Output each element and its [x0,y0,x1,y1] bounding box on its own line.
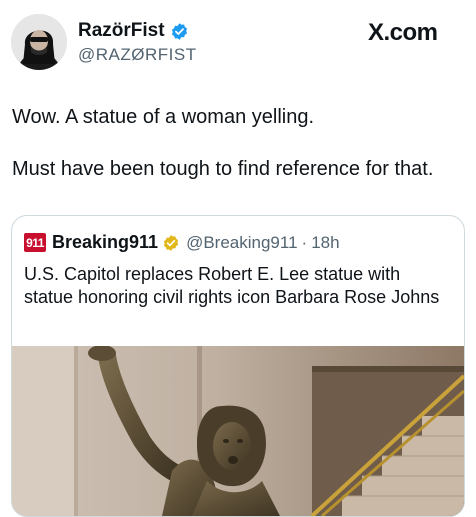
avatar-image [11,14,67,70]
avatar[interactable] [11,14,67,70]
quoted-tweet-card[interactable]: 911 Breaking911 @Breaking911 · 18h U.S. … [11,215,465,517]
blue-check-icon [171,22,187,40]
tweet-body: Wow. A statue of a woman yelling. Must h… [12,104,468,182]
breaking911-logo: 911 [24,233,46,252]
quoted-display-name[interactable]: Breaking911 [52,232,158,253]
quoted-timestamp[interactable]: 18h [311,233,339,253]
tweet-text-line-1: Wow. A statue of a woman yelling. [12,106,315,128]
author-display-name[interactable]: RazörFist [78,20,165,42]
x-com-brand: X.com [368,19,438,46]
author-name-row[interactable]: RazörFist [78,20,189,42]
quoted-handle[interactable]: @Breaking911 [186,233,297,253]
statue-photo[interactable] [12,346,464,516]
gold-check-icon [163,234,179,251]
tweet-text-line-2: Must have been tough to find reference f… [12,158,434,180]
quoted-tweet-text: U.S. Capitol replaces Robert E. Lee stat… [24,264,440,307]
author-handle[interactable]: @RAZØRFIST [78,45,197,65]
quoted-separator: · [301,232,308,252]
quoted-tweet-header: 911 Breaking911 @Breaking911 · 18h [24,232,340,253]
